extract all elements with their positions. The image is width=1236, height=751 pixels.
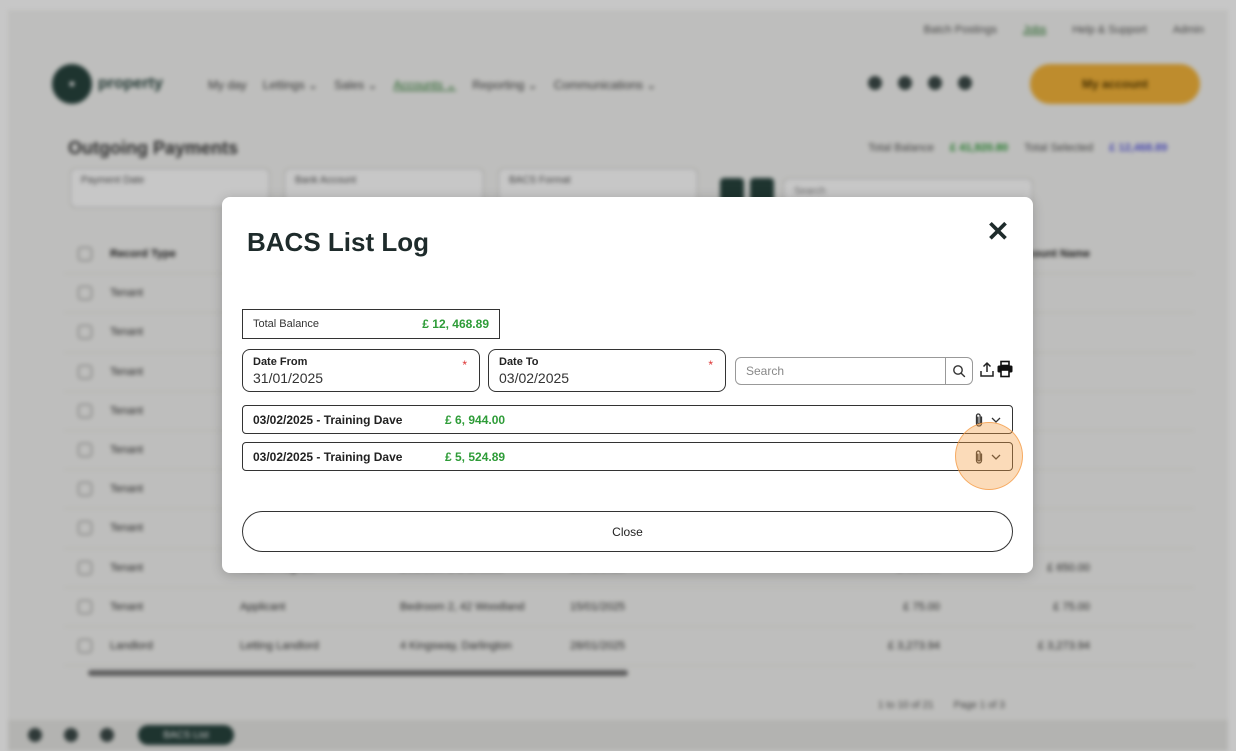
modal-title: BACS List Log bbox=[247, 227, 429, 257]
search-button[interactable] bbox=[945, 358, 972, 384]
search-field bbox=[735, 357, 973, 385]
date-from-label: Date From bbox=[253, 356, 308, 368]
required-indicator: * bbox=[708, 358, 713, 372]
close-icon[interactable]: ✕ bbox=[982, 215, 1014, 247]
export-icon[interactable] bbox=[979, 361, 995, 379]
search-icon bbox=[953, 365, 966, 378]
log-entry-amount: £ 5, 524.89 bbox=[445, 449, 506, 464]
log-entry-label: 03/02/2025 - Training Dave bbox=[253, 412, 403, 427]
log-entry-row[interactable]: 03/02/2025 - Training Dave £ 5, 524.89 bbox=[242, 442, 1013, 471]
total-balance-value: £ 12, 468.89 bbox=[422, 317, 489, 331]
date-from-value[interactable]: 31/01/2025 bbox=[253, 370, 469, 386]
search-input[interactable] bbox=[736, 358, 956, 384]
date-to-field[interactable]: Date To 03/02/2025 * bbox=[488, 349, 726, 392]
log-entry-amount: £ 6, 944.00 bbox=[445, 412, 506, 427]
log-entry-label: 03/02/2025 - Training Dave bbox=[253, 449, 403, 464]
date-to-value[interactable]: 03/02/2025 bbox=[499, 370, 715, 386]
click-highlight bbox=[955, 422, 1023, 490]
required-indicator: * bbox=[462, 358, 467, 372]
total-balance-label: Total Balance bbox=[253, 318, 320, 330]
close-button[interactable]: Close bbox=[242, 511, 1013, 552]
log-entry-row[interactable]: 03/02/2025 - Training Dave £ 6, 944.00 bbox=[242, 405, 1013, 434]
bacs-list-log-modal: BACS List Log ✕ Total Balance £ 12, 468.… bbox=[222, 197, 1033, 573]
date-to-label: Date To bbox=[499, 356, 539, 368]
date-from-field[interactable]: Date From 31/01/2025 * bbox=[242, 349, 480, 392]
total-balance-box: Total Balance £ 12, 468.89 bbox=[242, 309, 500, 339]
print-icon[interactable] bbox=[996, 360, 1014, 378]
